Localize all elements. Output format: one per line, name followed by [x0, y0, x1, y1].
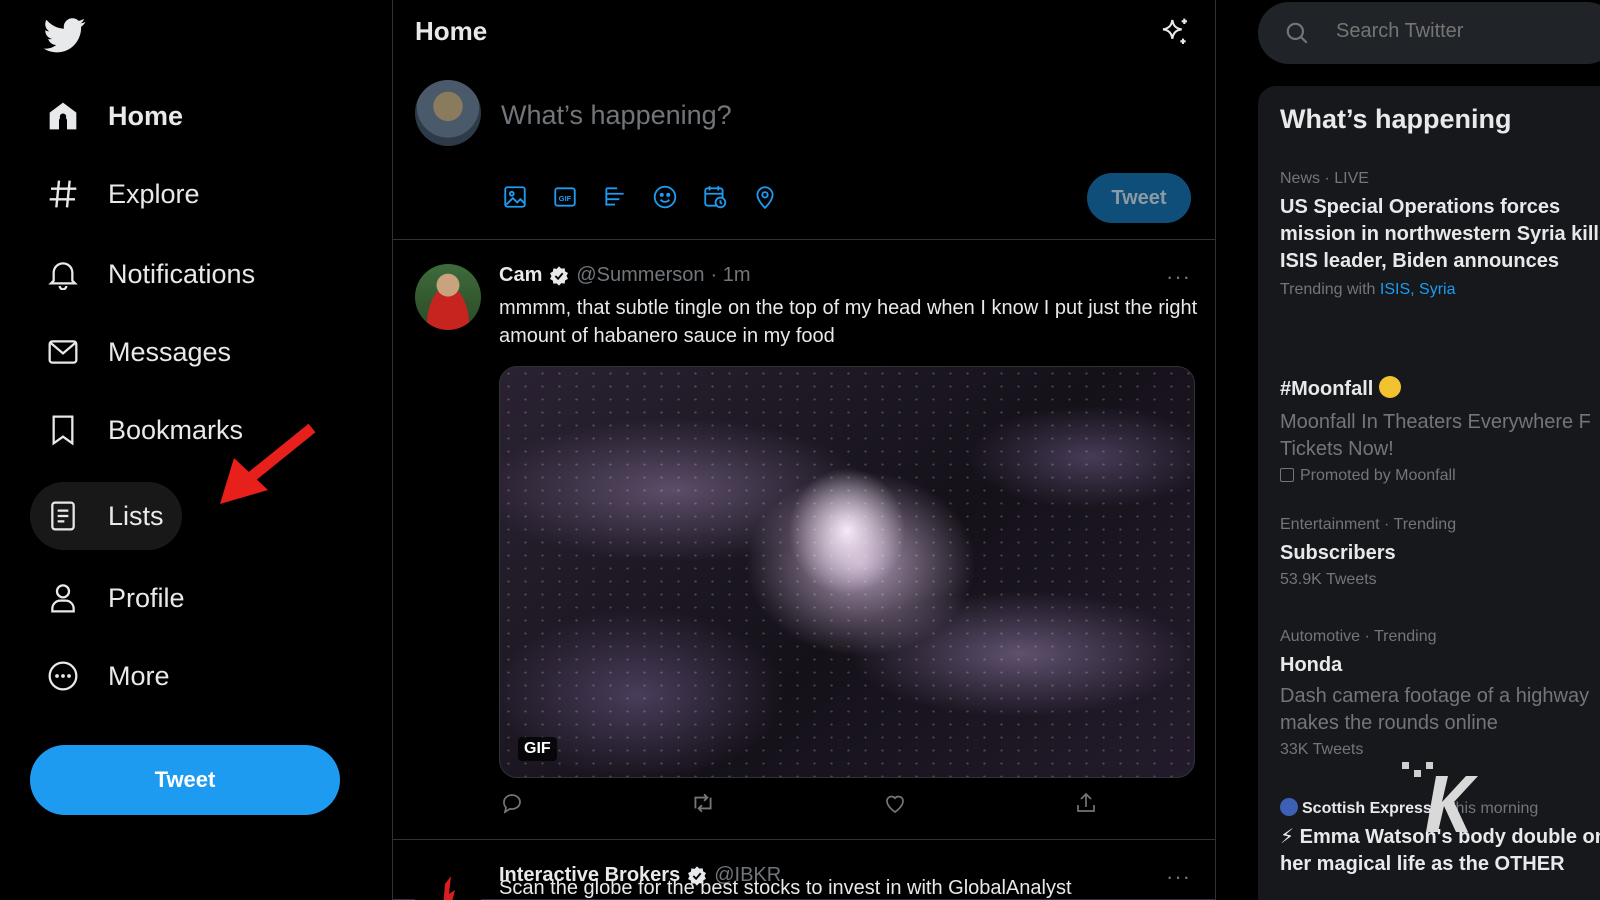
- left-sidebar: Home Explore Notifications Messages Book…: [0, 0, 392, 900]
- retweet-icon[interactable]: [690, 790, 716, 816]
- tweet-media-gif[interactable]: GIF: [499, 366, 1195, 778]
- verified-badge-icon: [550, 265, 569, 286]
- trend-item[interactable]: Automotive · Trending Honda Dash camera …: [1280, 628, 1600, 759]
- tweet-actions: [499, 790, 1099, 816]
- trend-title: Subscribers: [1280, 542, 1396, 564]
- list-icon: [46, 499, 80, 533]
- avatar[interactable]: [415, 264, 481, 330]
- nav-notifications[interactable]: Notifications: [30, 240, 273, 308]
- poll-icon[interactable]: [601, 183, 629, 211]
- more-options-icon[interactable]: ···: [1166, 264, 1191, 290]
- home-icon: [46, 99, 80, 133]
- image-icon[interactable]: [501, 183, 529, 211]
- tweet-text: Scan the globe for the best stocks to in…: [499, 877, 1072, 899]
- trend-title: #Moonfall: [1280, 378, 1374, 400]
- person-icon: [46, 581, 80, 615]
- trend-meta: News · LIVE: [1280, 170, 1369, 187]
- trend-description: Moonfall In Theaters Everywhere F Ticket…: [1280, 411, 1591, 460]
- nav-messages[interactable]: Messages: [30, 318, 249, 386]
- search-input[interactable]: [1336, 20, 1596, 43]
- news-source-avatar-icon: [1280, 798, 1298, 816]
- reply-icon[interactable]: [499, 790, 525, 816]
- share-icon[interactable]: [1073, 790, 1099, 816]
- tweet-text: mmmm, that subtle tingle on the top of m…: [499, 297, 1198, 347]
- trend-link-separator: ,: [1410, 281, 1415, 298]
- moon-emoji-icon: [1378, 376, 1401, 398]
- location-icon[interactable]: [751, 183, 779, 211]
- ibkr-logo-icon: [443, 876, 455, 900]
- svg-text:GIF: GIF: [559, 194, 572, 203]
- trend-title-row: #Moonfall: [1280, 376, 1600, 403]
- envelope-icon: [46, 335, 80, 369]
- watermark-logo-icon: [1402, 762, 1478, 832]
- nav-lists[interactable]: Lists: [30, 482, 182, 550]
- trend-link-syria[interactable]: Syria: [1419, 281, 1455, 298]
- compose-tweet-button[interactable]: Tweet: [1087, 173, 1191, 223]
- nav-label-lists: Lists: [108, 500, 164, 531]
- trend-meta: Entertainment · Trending: [1280, 516, 1457, 533]
- hashtag-icon: [46, 177, 80, 211]
- trend-footer: Promoted by Moonfall: [1280, 467, 1600, 485]
- trend-footer-prefix: Trending with: [1280, 281, 1376, 298]
- tweet-author-name[interactable]: Cam: [499, 264, 542, 287]
- trend-meta: Automotive · Trending: [1280, 628, 1437, 645]
- sparkle-icon[interactable]: [1159, 16, 1191, 48]
- emoji-icon[interactable]: [651, 183, 679, 211]
- tweet[interactable]: Interactive Brokers @IBKR ··· Scan the g…: [393, 840, 1215, 900]
- nav-home[interactable]: Home: [30, 82, 201, 150]
- promoted-icon: [1280, 468, 1294, 482]
- nav-label-notifications: Notifications: [108, 258, 256, 289]
- avatar[interactable]: [415, 80, 481, 146]
- nav-label-home: Home: [108, 100, 184, 131]
- bookmark-icon: [46, 413, 80, 447]
- page-title: Home: [415, 16, 488, 46]
- schedule-icon[interactable]: [701, 183, 729, 211]
- trend-tweet-count: 53.9K Tweets: [1280, 571, 1377, 588]
- sidebar-tweet-button[interactable]: Tweet: [30, 745, 340, 815]
- promoted-label: Promoted by Moonfall: [1300, 467, 1456, 484]
- nav-more[interactable]: More: [30, 642, 188, 710]
- compose-toolbar: GIF: [501, 183, 779, 211]
- gif-icon[interactable]: GIF: [551, 183, 579, 211]
- trend-item[interactable]: News · LIVE US Special Operations forces…: [1280, 170, 1600, 299]
- trends-title: What’s happening: [1280, 104, 1512, 134]
- nav-label-more: More: [108, 660, 170, 691]
- trend-item[interactable]: #Moonfall Moonfall In Theaters Everywher…: [1280, 376, 1600, 485]
- bell-icon: [46, 257, 80, 291]
- search-icon: [1286, 22, 1308, 44]
- nav-profile[interactable]: Profile: [30, 564, 203, 632]
- annotation-arrow-icon: [220, 423, 316, 504]
- main-timeline: Home What’s happening? GIF Tweet Cam @Su…: [392, 0, 1216, 900]
- tweet-header: Cam @Summerson · 1m: [499, 264, 750, 287]
- like-icon[interactable]: [882, 790, 908, 816]
- compose-box: What’s happening? GIF Tweet: [393, 70, 1215, 240]
- tweet-timestamp[interactable]: · 1m: [710, 264, 750, 287]
- trend-title: Honda: [1280, 654, 1343, 676]
- trend-footer: Trending with ISIS, Syria: [1280, 281, 1600, 299]
- twitter-logo-icon[interactable]: [44, 14, 86, 56]
- nav-label-messages: Messages: [108, 336, 232, 367]
- trend-link-isis[interactable]: ISIS: [1380, 281, 1410, 298]
- trend-item[interactable]: Entertainment · Trending Subscribers 53.…: [1280, 516, 1600, 589]
- nav-explore[interactable]: Explore: [30, 160, 218, 228]
- tweet-author-handle[interactable]: @Summerson: [576, 264, 704, 287]
- more-circle-icon: [46, 659, 80, 693]
- media-texture: [500, 367, 1194, 777]
- nav-label-explore: Explore: [108, 178, 200, 209]
- gif-badge: GIF: [518, 737, 557, 761]
- nav-label-profile: Profile: [108, 582, 185, 613]
- avatar[interactable]: [415, 864, 481, 900]
- compose-input[interactable]: What’s happening?: [501, 100, 732, 131]
- search-bar[interactable]: [1258, 2, 1600, 64]
- trend-description: Dash camera footage of a highway makes t…: [1280, 685, 1590, 734]
- trend-title: US Special Operations forces mission in …: [1280, 196, 1600, 272]
- tweet[interactable]: Cam @Summerson · 1m ··· mmmm, that subtl…: [393, 240, 1215, 840]
